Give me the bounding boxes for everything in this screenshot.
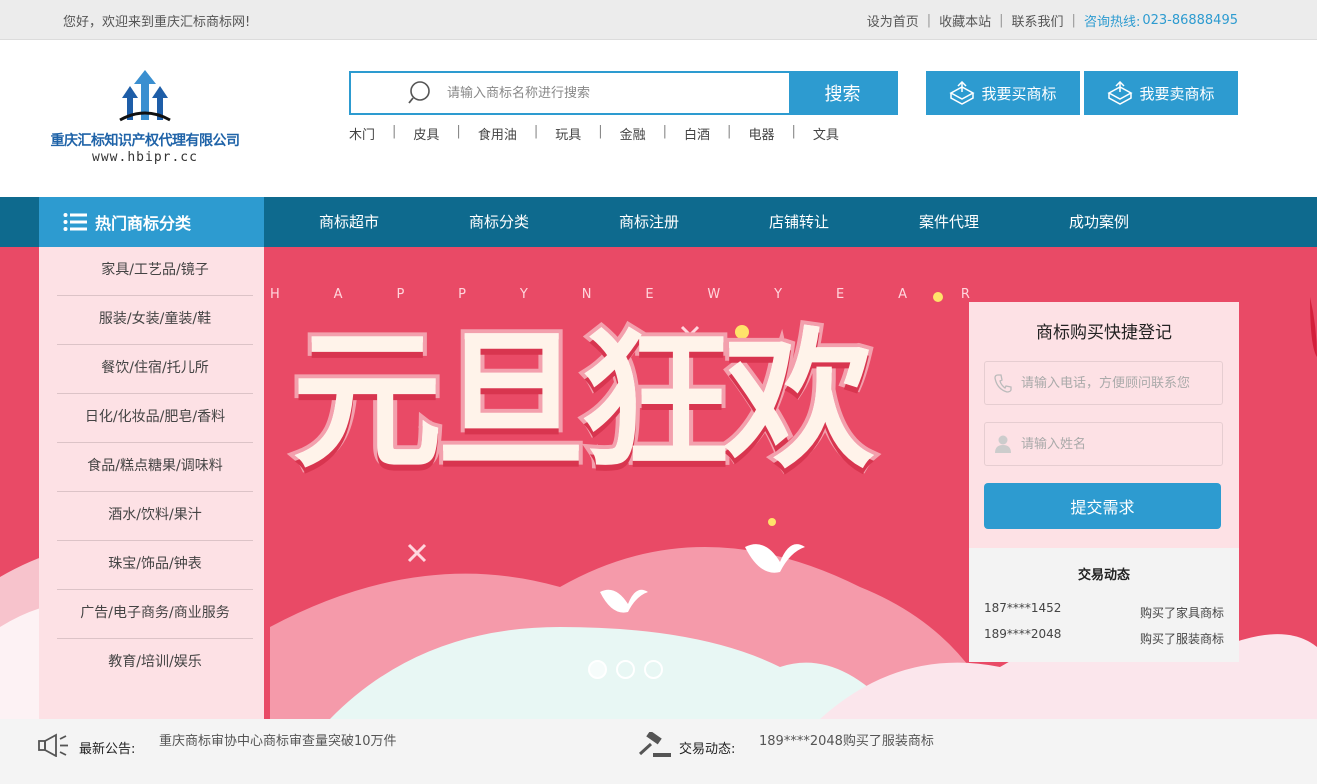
welcome-text: 您好，欢迎来到重庆汇标商标网! bbox=[63, 15, 251, 30]
top-links: 设为首页 | 收藏本站 | 联系我们 | 咨询热线: 023-86888495 bbox=[867, 11, 1238, 30]
bottom-ticker-bar: 最新公告: 重庆商标审协中心商标审查量突破10万件 交易动态: 189****2… bbox=[0, 719, 1317, 784]
category-item[interactable]: 日化/化妆品/肥皂/香料 bbox=[57, 394, 253, 443]
trade-action: 购买了家具商标 bbox=[1139, 606, 1224, 620]
banner-headline: 元旦狂欢 bbox=[288, 315, 878, 489]
set-homepage-link[interactable]: 设为首页 bbox=[867, 11, 919, 30]
name-input[interactable] bbox=[1021, 436, 1222, 452]
hot-tag[interactable]: 白酒 bbox=[684, 124, 710, 143]
category-list: 家具/工艺品/镜子 服装/女装/童装/鞋 餐饮/住宿/托儿所 日化/化妆品/肥皂… bbox=[39, 247, 264, 719]
category-item[interactable]: 服装/女装/童装/鞋 bbox=[57, 296, 253, 345]
buy-trademark-label: 我要买商标 bbox=[981, 84, 1057, 103]
trade-row: 189****2048 购买了服装商标 bbox=[984, 627, 1224, 646]
company-name: 重庆汇标知识产权代理有限公司 bbox=[50, 133, 241, 149]
upload-box-icon bbox=[949, 81, 976, 105]
hot-tag[interactable]: 电器 bbox=[748, 124, 774, 143]
top-bar: 您好，欢迎来到重庆汇标商标网! 设为首页 | 收藏本站 | 联系我们 | 咨询热… bbox=[0, 0, 1317, 40]
search-bar: 搜索 bbox=[349, 71, 898, 115]
separator: | bbox=[999, 13, 1004, 28]
submit-request-button[interactable]: 提交需求 bbox=[984, 483, 1221, 529]
name-field[interactable] bbox=[984, 422, 1223, 466]
category-item[interactable]: 餐饮/住宿/托儿所 bbox=[57, 345, 253, 394]
contact-link[interactable]: 联系我们 bbox=[1012, 11, 1064, 30]
carousel-dot[interactable] bbox=[644, 660, 663, 679]
hot-tag[interactable]: 金融 bbox=[620, 124, 646, 143]
bookmark-link[interactable]: 收藏本站 bbox=[939, 11, 991, 30]
sell-trademark-button[interactable]: 我要卖商标 bbox=[1084, 71, 1238, 115]
nav-item-market[interactable]: 商标超市 bbox=[274, 197, 424, 247]
hotline-label: 咨询热线: bbox=[1083, 15, 1141, 30]
list-menu-icon bbox=[63, 213, 87, 231]
trade-panel-title: 交易动态 bbox=[1077, 568, 1130, 583]
trade-ticker-text[interactable]: 189****2048购买了服装商标 bbox=[759, 730, 934, 749]
carousel-dot[interactable] bbox=[616, 660, 635, 679]
hot-tag[interactable]: 文具 bbox=[813, 124, 839, 143]
hot-tag[interactable]: 食用油 bbox=[478, 124, 517, 143]
category-item[interactable]: 教育/培训/娱乐 bbox=[57, 639, 253, 688]
notice-text[interactable]: 重庆商标审协中心商标审查量突破10万件 bbox=[159, 730, 397, 749]
hot-category-title: 热门商标分类 bbox=[95, 214, 192, 233]
upload-box-icon bbox=[1107, 81, 1134, 105]
nav-item-case-agency[interactable]: 案件代理 bbox=[874, 197, 1024, 247]
notice-label: 最新公告: bbox=[79, 742, 136, 757]
category-item[interactable]: 家具/工艺品/镜子 bbox=[57, 247, 253, 296]
megaphone-icon bbox=[38, 733, 68, 757]
carousel-dot[interactable] bbox=[588, 660, 607, 679]
hotline-number: 023-86888495 bbox=[1142, 13, 1238, 28]
trade-phone: 187****1452 bbox=[984, 601, 1062, 615]
main-nav: 热门商标分类 商标超市 商标分类 商标注册 店铺转让 案件代理 成功案例 bbox=[0, 197, 1317, 247]
logo-arrows-icon bbox=[119, 70, 171, 122]
hot-tag[interactable]: 玩具 bbox=[555, 124, 581, 143]
separator: | bbox=[1071, 13, 1076, 28]
happy-new-year-tagline: H A P P Y N E W Y E A R bbox=[270, 287, 970, 302]
search-input[interactable] bbox=[447, 73, 789, 113]
trade-activity-panel: 交易动态 187****1452 购买了家具商标 189****2048 购买了… bbox=[969, 548, 1239, 662]
register-title: 商标购买快捷登记 bbox=[1036, 323, 1172, 343]
separator: | bbox=[926, 13, 932, 28]
nav-item-store-transfer[interactable]: 店铺转让 bbox=[724, 197, 874, 247]
buy-trademark-button[interactable]: 我要买商标 bbox=[926, 71, 1080, 115]
site-logo[interactable]: 重庆汇标知识产权代理有限公司 www.hbipr.cc bbox=[40, 70, 250, 170]
trade-phone: 189****2048 bbox=[984, 627, 1062, 641]
hot-tag[interactable]: 木门 bbox=[349, 124, 375, 143]
gavel-icon bbox=[638, 732, 671, 757]
category-item[interactable]: 酒水/饮料/果汁 bbox=[57, 492, 253, 541]
trade-action: 购买了服装商标 bbox=[1139, 632, 1224, 646]
trade-row: 187****1452 购买了家具商标 bbox=[984, 601, 1224, 620]
user-icon bbox=[995, 435, 1011, 453]
nav-item-registration[interactable]: 商标注册 bbox=[574, 197, 724, 247]
sell-trademark-label: 我要卖商标 bbox=[1139, 84, 1215, 103]
category-item[interactable]: 广告/电子商务/商业服务 bbox=[57, 590, 253, 639]
carousel-dots bbox=[588, 660, 663, 679]
category-item[interactable]: 食品/糕点糖果/调味料 bbox=[57, 443, 253, 492]
search-icon-area bbox=[351, 73, 447, 113]
quick-register-panel: 商标购买快捷登记 提交需求 bbox=[969, 302, 1239, 548]
trade-ticker-label: 交易动态: bbox=[679, 742, 736, 757]
phone-icon bbox=[994, 374, 1012, 393]
nav-items: 商标超市 商标分类 商标注册 店铺转让 案件代理 成功案例 bbox=[274, 197, 1174, 247]
site-url: www.hbipr.cc bbox=[92, 150, 198, 165]
category-item[interactable]: 珠宝/饰品/钟表 bbox=[57, 541, 253, 590]
hot-tags: 木门 | 皮具 | 食用油 | 玩具 | 金融 | 白酒 | 电器 | 文具 bbox=[349, 124, 839, 143]
phone-input[interactable] bbox=[1021, 375, 1222, 391]
nav-item-categories[interactable]: 商标分类 bbox=[424, 197, 574, 247]
phone-field[interactable] bbox=[984, 361, 1223, 405]
search-icon bbox=[408, 81, 430, 104]
hot-category-header[interactable]: 热门商标分类 bbox=[39, 197, 264, 247]
nav-item-success-cases[interactable]: 成功案例 bbox=[1024, 197, 1174, 247]
hot-tag[interactable]: 皮具 bbox=[413, 124, 439, 143]
search-button[interactable]: 搜索 bbox=[789, 73, 896, 113]
